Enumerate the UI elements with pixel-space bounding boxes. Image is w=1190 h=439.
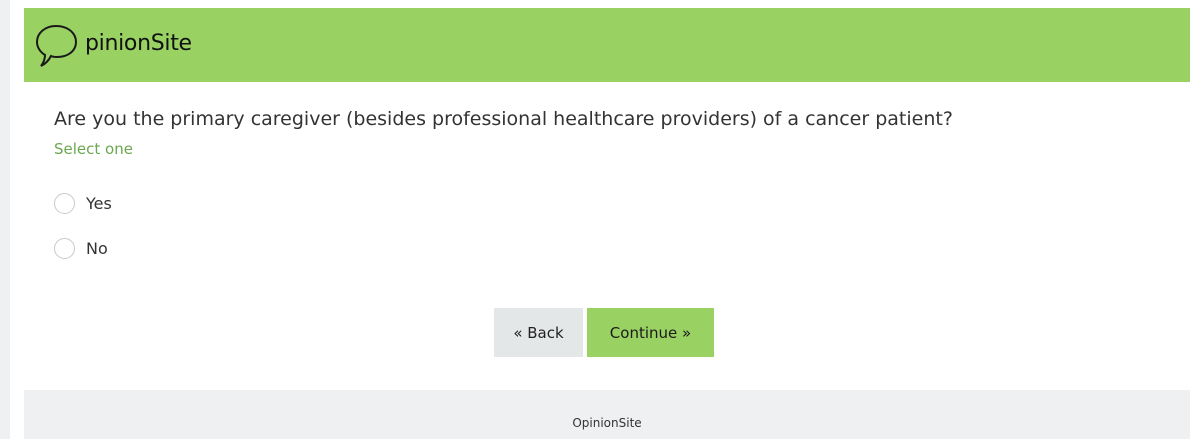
site-header: pinionSite <box>24 8 1190 82</box>
option-no[interactable]: No <box>54 235 108 261</box>
radio-button-no[interactable] <box>54 237 75 259</box>
speech-bubble-icon <box>36 24 78 67</box>
back-button[interactable]: « Back <box>494 308 583 357</box>
radio-button-yes[interactable] <box>54 192 75 214</box>
logo-text: pinionSite <box>85 31 192 56</box>
question-panel: Are you the primary caregiver (besides p… <box>24 82 1190 390</box>
survey-page: pinionSite Are you the primary caregiver… <box>0 0 1190 439</box>
left-gutter <box>0 0 10 439</box>
footer-text: OpinionSite <box>572 416 642 430</box>
question-hint: Select one <box>54 140 133 158</box>
page-footer: OpinionSite <box>24 390 1190 439</box>
option-label-yes: Yes <box>86 193 112 213</box>
continue-button[interactable]: Continue » <box>587 308 714 357</box>
option-label-no: No <box>86 238 108 258</box>
question-text: Are you the primary caregiver (besides p… <box>54 108 953 130</box>
option-yes[interactable]: Yes <box>54 190 112 216</box>
